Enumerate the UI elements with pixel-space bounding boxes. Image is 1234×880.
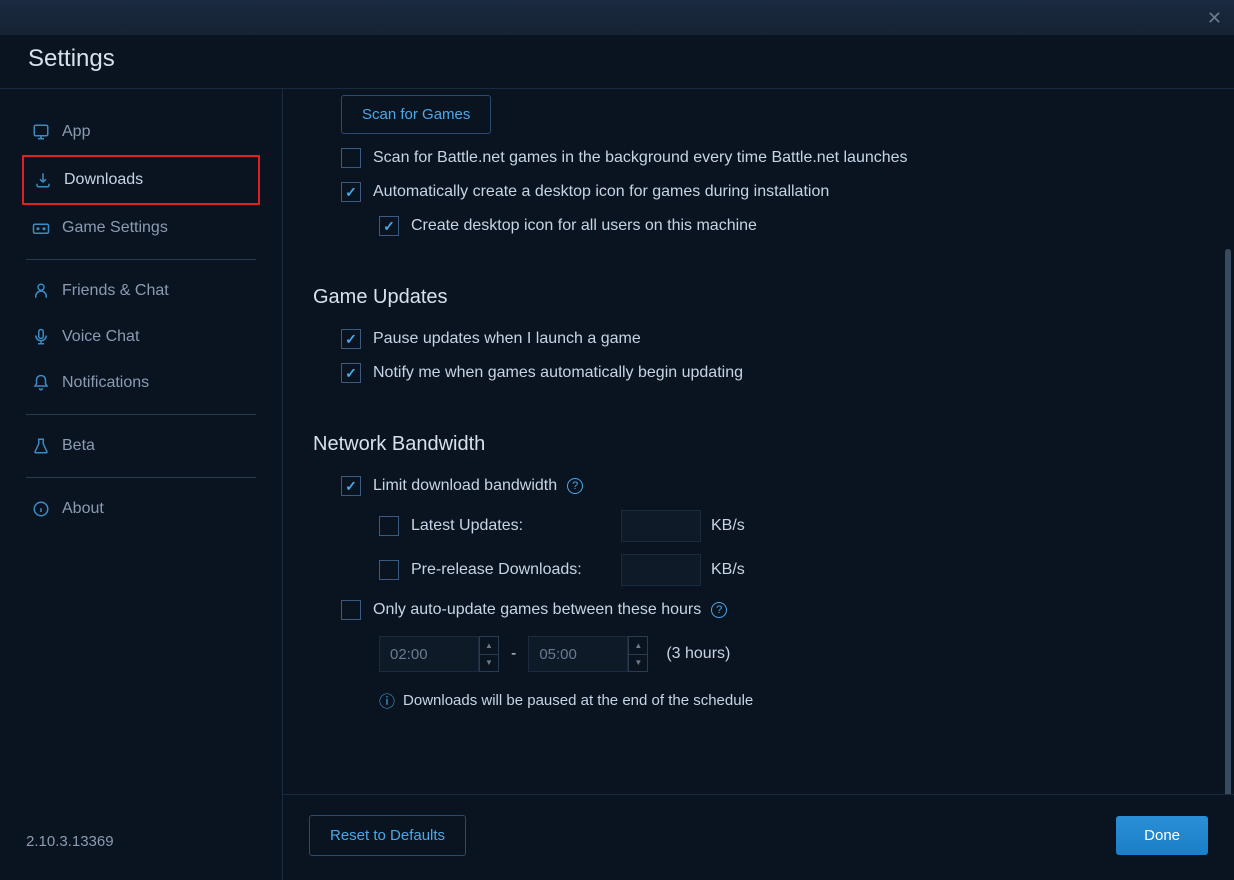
sidebar-item-label: Beta bbox=[62, 437, 95, 455]
notification-icon bbox=[30, 372, 52, 394]
divider bbox=[26, 259, 256, 260]
close-icon[interactable]: ✕ bbox=[1207, 8, 1222, 29]
gamepad-icon bbox=[30, 217, 52, 239]
divider bbox=[26, 414, 256, 415]
sidebar-item-label: App bbox=[62, 123, 90, 141]
prerelease-label: Pre-release Downloads: bbox=[411, 561, 611, 579]
stepper-up-icon[interactable]: ▲ bbox=[480, 637, 498, 655]
content-area: Scan for Games Scan for Battle.net games… bbox=[283, 89, 1234, 880]
stepper-down-icon[interactable]: ▼ bbox=[629, 655, 647, 672]
auto-update-hours-checkbox[interactable] bbox=[341, 600, 361, 620]
notify-updates-label: Notify me when games automatically begin… bbox=[373, 364, 743, 382]
sidebar-item-friends-chat[interactable]: Friends & Chat bbox=[22, 268, 260, 314]
pause-updates-checkbox[interactable] bbox=[341, 329, 361, 349]
schedule-info-label: Downloads will be paused at the end of t… bbox=[403, 692, 753, 709]
network-bandwidth-title: Network Bandwidth bbox=[313, 433, 1204, 456]
sidebar-item-beta[interactable]: Beta bbox=[22, 423, 260, 469]
scrollbar[interactable] bbox=[1225, 249, 1231, 869]
scan-background-label: Scan for Battle.net games in the backgro… bbox=[373, 149, 908, 167]
top-bar: ✕ bbox=[0, 0, 1234, 35]
friends-icon bbox=[30, 280, 52, 302]
beta-icon bbox=[30, 435, 52, 457]
info-icon bbox=[30, 498, 52, 520]
sidebar-item-downloads[interactable]: Downloads bbox=[22, 155, 260, 205]
latest-updates-checkbox[interactable] bbox=[379, 516, 399, 536]
download-icon bbox=[32, 169, 54, 191]
sidebar-item-label: About bbox=[62, 500, 104, 518]
time-start-stepper: ▲ ▼ bbox=[479, 636, 499, 672]
sidebar-item-label: Notifications bbox=[62, 374, 149, 392]
notify-updates-checkbox[interactable] bbox=[341, 363, 361, 383]
info-icon: ⓘ bbox=[379, 688, 395, 712]
scan-background-checkbox[interactable] bbox=[341, 148, 361, 168]
help-icon[interactable]: ? bbox=[567, 478, 583, 494]
desktop-icon-all-users-checkbox[interactable] bbox=[379, 216, 399, 236]
help-icon[interactable]: ? bbox=[711, 602, 727, 618]
footer: Reset to Defaults Done bbox=[283, 794, 1234, 876]
sidebar: App Downloads Game Settings Frie bbox=[0, 89, 283, 880]
microphone-icon bbox=[30, 326, 52, 348]
auto-desktop-icon-label: Automatically create a desktop icon for … bbox=[373, 183, 829, 201]
sidebar-item-notifications[interactable]: Notifications bbox=[22, 360, 260, 406]
limit-bandwidth-checkbox[interactable] bbox=[341, 476, 361, 496]
time-start-input[interactable]: 02:00 bbox=[379, 636, 479, 672]
reset-to-defaults-button[interactable]: Reset to Defaults bbox=[309, 815, 466, 856]
version-label: 2.10.3.13369 bbox=[12, 803, 270, 860]
sidebar-item-voice-chat[interactable]: Voice Chat bbox=[22, 314, 260, 360]
pause-updates-label: Pause updates when I launch a game bbox=[373, 330, 641, 348]
time-end-stepper: ▲ ▼ bbox=[628, 636, 648, 672]
time-separator: - bbox=[511, 645, 516, 663]
time-end-input[interactable]: 05:00 bbox=[528, 636, 628, 672]
app-icon bbox=[30, 121, 52, 143]
sidebar-item-label: Downloads bbox=[64, 171, 143, 189]
game-updates-title: Game Updates bbox=[313, 286, 1204, 309]
sidebar-item-label: Game Settings bbox=[62, 219, 168, 237]
time-duration-label: (3 hours) bbox=[666, 645, 730, 663]
sidebar-item-game-settings[interactable]: Game Settings bbox=[22, 205, 260, 251]
limit-bandwidth-label: Limit download bandwidth bbox=[373, 477, 557, 495]
auto-desktop-icon-checkbox[interactable] bbox=[341, 182, 361, 202]
stepper-up-icon[interactable]: ▲ bbox=[629, 637, 647, 655]
kbps-label: KB/s bbox=[711, 517, 745, 535]
latest-updates-input[interactable] bbox=[621, 510, 701, 542]
kbps-label: KB/s bbox=[711, 561, 745, 579]
auto-update-hours-label: Only auto-update games between these hou… bbox=[373, 601, 701, 619]
prerelease-checkbox[interactable] bbox=[379, 560, 399, 580]
sidebar-item-app[interactable]: App bbox=[22, 109, 260, 155]
scan-for-games-button[interactable]: Scan for Games bbox=[341, 95, 491, 134]
desktop-icon-all-users-label: Create desktop icon for all users on thi… bbox=[411, 217, 757, 235]
done-button[interactable]: Done bbox=[1116, 816, 1208, 855]
divider bbox=[26, 477, 256, 478]
sidebar-item-label: Voice Chat bbox=[62, 328, 139, 346]
stepper-down-icon[interactable]: ▼ bbox=[480, 655, 498, 672]
sidebar-item-label: Friends & Chat bbox=[62, 282, 169, 300]
prerelease-input[interactable] bbox=[621, 554, 701, 586]
latest-updates-label: Latest Updates: bbox=[411, 517, 611, 535]
sidebar-item-about[interactable]: About bbox=[22, 486, 260, 532]
page-title: Settings bbox=[0, 35, 1234, 89]
